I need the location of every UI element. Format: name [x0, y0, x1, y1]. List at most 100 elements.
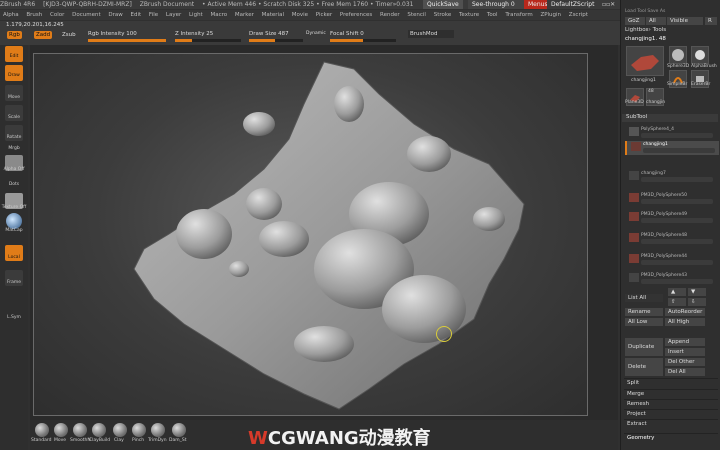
viewport[interactable]: [33, 53, 588, 416]
tool-thumb-changjing[interactable]: [626, 46, 664, 76]
geometry-section[interactable]: Geometry: [624, 433, 718, 442]
all-high-button[interactable]: All High: [665, 318, 705, 326]
menu-file[interactable]: File: [149, 12, 158, 18]
draw-size-slider[interactable]: [249, 39, 303, 42]
subtool-visibility-bar[interactable]: [643, 148, 715, 153]
subtool-name: changjing7: [641, 171, 666, 176]
menu-material[interactable]: Material: [262, 12, 284, 18]
subtool-visibility-bar[interactable]: [641, 260, 713, 265]
project-section[interactable]: Project: [624, 409, 718, 418]
menu-texture[interactable]: Texture: [459, 12, 479, 18]
menu-marker[interactable]: Marker: [235, 12, 254, 18]
subtool-row[interactable]: PM3D_PolySphere50: [625, 192, 717, 206]
autoreorder-button[interactable]: AutoReorder: [665, 308, 705, 316]
matcap-sphere-icon[interactable]: [6, 213, 22, 229]
all-low-button[interactable]: All Low: [625, 318, 663, 326]
menu-stroke[interactable]: Stroke: [434, 12, 452, 18]
menu-light[interactable]: Light: [189, 12, 203, 18]
menu-render[interactable]: Render: [380, 12, 400, 18]
list-all-button[interactable]: List All: [625, 294, 663, 302]
menu-preferences[interactable]: Preferences: [340, 12, 372, 18]
move-up-arrow-icon[interactable]: ▲: [668, 288, 686, 296]
see-through-slider[interactable]: See-through 0: [468, 0, 526, 9]
tool-thumb-alphabrush[interactable]: [691, 46, 709, 64]
subtool-visibility-bar[interactable]: [641, 218, 713, 223]
menu-color[interactable]: Color: [50, 12, 64, 18]
subtool-row[interactable]: PM3D_PolySphere44: [625, 253, 717, 267]
delete-button[interactable]: Delete: [625, 358, 663, 376]
subtool-name: PolySphere4_4: [641, 127, 675, 132]
menu-bar: Alpha Brush Color Document Draw Edit Fil…: [0, 10, 620, 20]
merge-section[interactable]: Merge: [624, 389, 718, 398]
menu-brush[interactable]: Brush: [26, 12, 42, 18]
menu-tool[interactable]: Tool: [487, 12, 498, 18]
subtool-thumb-icon: [629, 254, 639, 263]
subtool-visibility-bar[interactable]: [641, 133, 713, 138]
z-intensity-slider[interactable]: [175, 39, 241, 42]
menu-edit[interactable]: Edit: [131, 12, 142, 18]
append-button[interactable]: Append: [665, 338, 705, 346]
rename-button[interactable]: Rename: [625, 308, 663, 316]
window-controls[interactable]: ▫▫✕: [602, 1, 618, 8]
goz-button[interactable]: GoZ: [625, 17, 645, 25]
menu-transform[interactable]: Transform: [505, 12, 532, 18]
subtool-visibility-bar[interactable]: [641, 239, 713, 244]
subtool-row[interactable]: changjing7: [625, 170, 717, 184]
extract-section[interactable]: Extract: [624, 419, 718, 428]
brush-damstandard-icon[interactable]: [172, 423, 186, 437]
brush-move-icon[interactable]: [54, 423, 68, 437]
del-all-button[interactable]: Del All: [665, 368, 705, 376]
zsub-toggle[interactable]: Zsub: [60, 31, 78, 39]
rgb-toggle[interactable]: Rgb: [7, 31, 22, 39]
brush-trimdyn-icon[interactable]: [151, 423, 165, 437]
brush-clay-icon[interactable]: [113, 423, 127, 437]
remesh-section[interactable]: Remesh: [624, 399, 718, 408]
insert-button[interactable]: Insert: [665, 348, 705, 356]
all-button[interactable]: All: [646, 17, 666, 25]
focal-shift-slider[interactable]: [330, 39, 396, 42]
lsym-label[interactable]: L.Sym: [0, 315, 28, 320]
menu-macro[interactable]: Macro: [210, 12, 227, 18]
brush-claybuild-label: ClayBuild: [89, 438, 111, 443]
brush-pinch-icon[interactable]: [132, 423, 146, 437]
move-down-fast-arrow-icon[interactable]: ⇩: [688, 298, 706, 306]
subtool-header[interactable]: SubTool: [622, 114, 718, 122]
split-section[interactable]: Split: [624, 378, 718, 387]
subtool-visibility-bar[interactable]: [641, 279, 713, 284]
menu-stencil[interactable]: Stencil: [407, 12, 426, 18]
mrgb-label[interactable]: Mrgb: [0, 146, 28, 151]
subtool-visibility-bar[interactable]: [641, 177, 713, 182]
menu-draw[interactable]: Draw: [108, 12, 122, 18]
brush-claybuild-icon[interactable]: [92, 423, 106, 437]
subtool-visibility-bar[interactable]: [641, 199, 713, 204]
visible-button[interactable]: Visible: [667, 17, 703, 25]
menu-layer[interactable]: Layer: [166, 12, 181, 18]
brush-standard-icon[interactable]: [35, 423, 49, 437]
menu-zscript[interactable]: Zscript: [569, 12, 588, 18]
brush-smooth-icon[interactable]: [73, 423, 87, 437]
dynamic-toggle[interactable]: Dynamic: [306, 30, 326, 38]
subtool-row[interactable]: PM3D_PolySphere49: [625, 211, 717, 225]
tool-thumb-sphere3d[interactable]: [669, 46, 687, 64]
move-up-fast-arrow-icon[interactable]: ⇧: [668, 298, 686, 306]
lightbox-tools-button[interactable]: Lightbox› Tools: [625, 27, 666, 33]
del-other-button[interactable]: Del Other: [665, 358, 705, 366]
duplicate-button[interactable]: Duplicate: [625, 338, 663, 356]
menu-zplugin[interactable]: ZPlugin: [540, 12, 561, 18]
dots-label[interactable]: Dots: [0, 182, 28, 187]
menu-document[interactable]: Document: [72, 12, 101, 18]
subtool-row[interactable]: PolySphere4_4: [625, 126, 717, 140]
quicksave-button[interactable]: QuickSave: [423, 0, 463, 9]
subtool-row[interactable]: PM3D_PolySphere48: [625, 232, 717, 246]
move-down-arrow-icon[interactable]: ▼: [688, 288, 706, 296]
default-zscript-button[interactable]: DefaultZScript: [547, 0, 599, 9]
menu-picker[interactable]: Picker: [316, 12, 332, 18]
brush-mod-slider[interactable]: BrushMod: [408, 30, 454, 38]
menu-movie[interactable]: Movie: [292, 12, 308, 18]
zadd-toggle[interactable]: Zadd: [34, 31, 53, 39]
menu-alpha[interactable]: Alpha: [3, 12, 19, 18]
rgb-intensity-slider[interactable]: [88, 39, 166, 42]
subtool-row[interactable]: PM3D_PolySphere43: [625, 272, 717, 286]
subtool-row-selected[interactable]: changjing1: [625, 141, 719, 155]
r-button[interactable]: R: [705, 17, 717, 25]
